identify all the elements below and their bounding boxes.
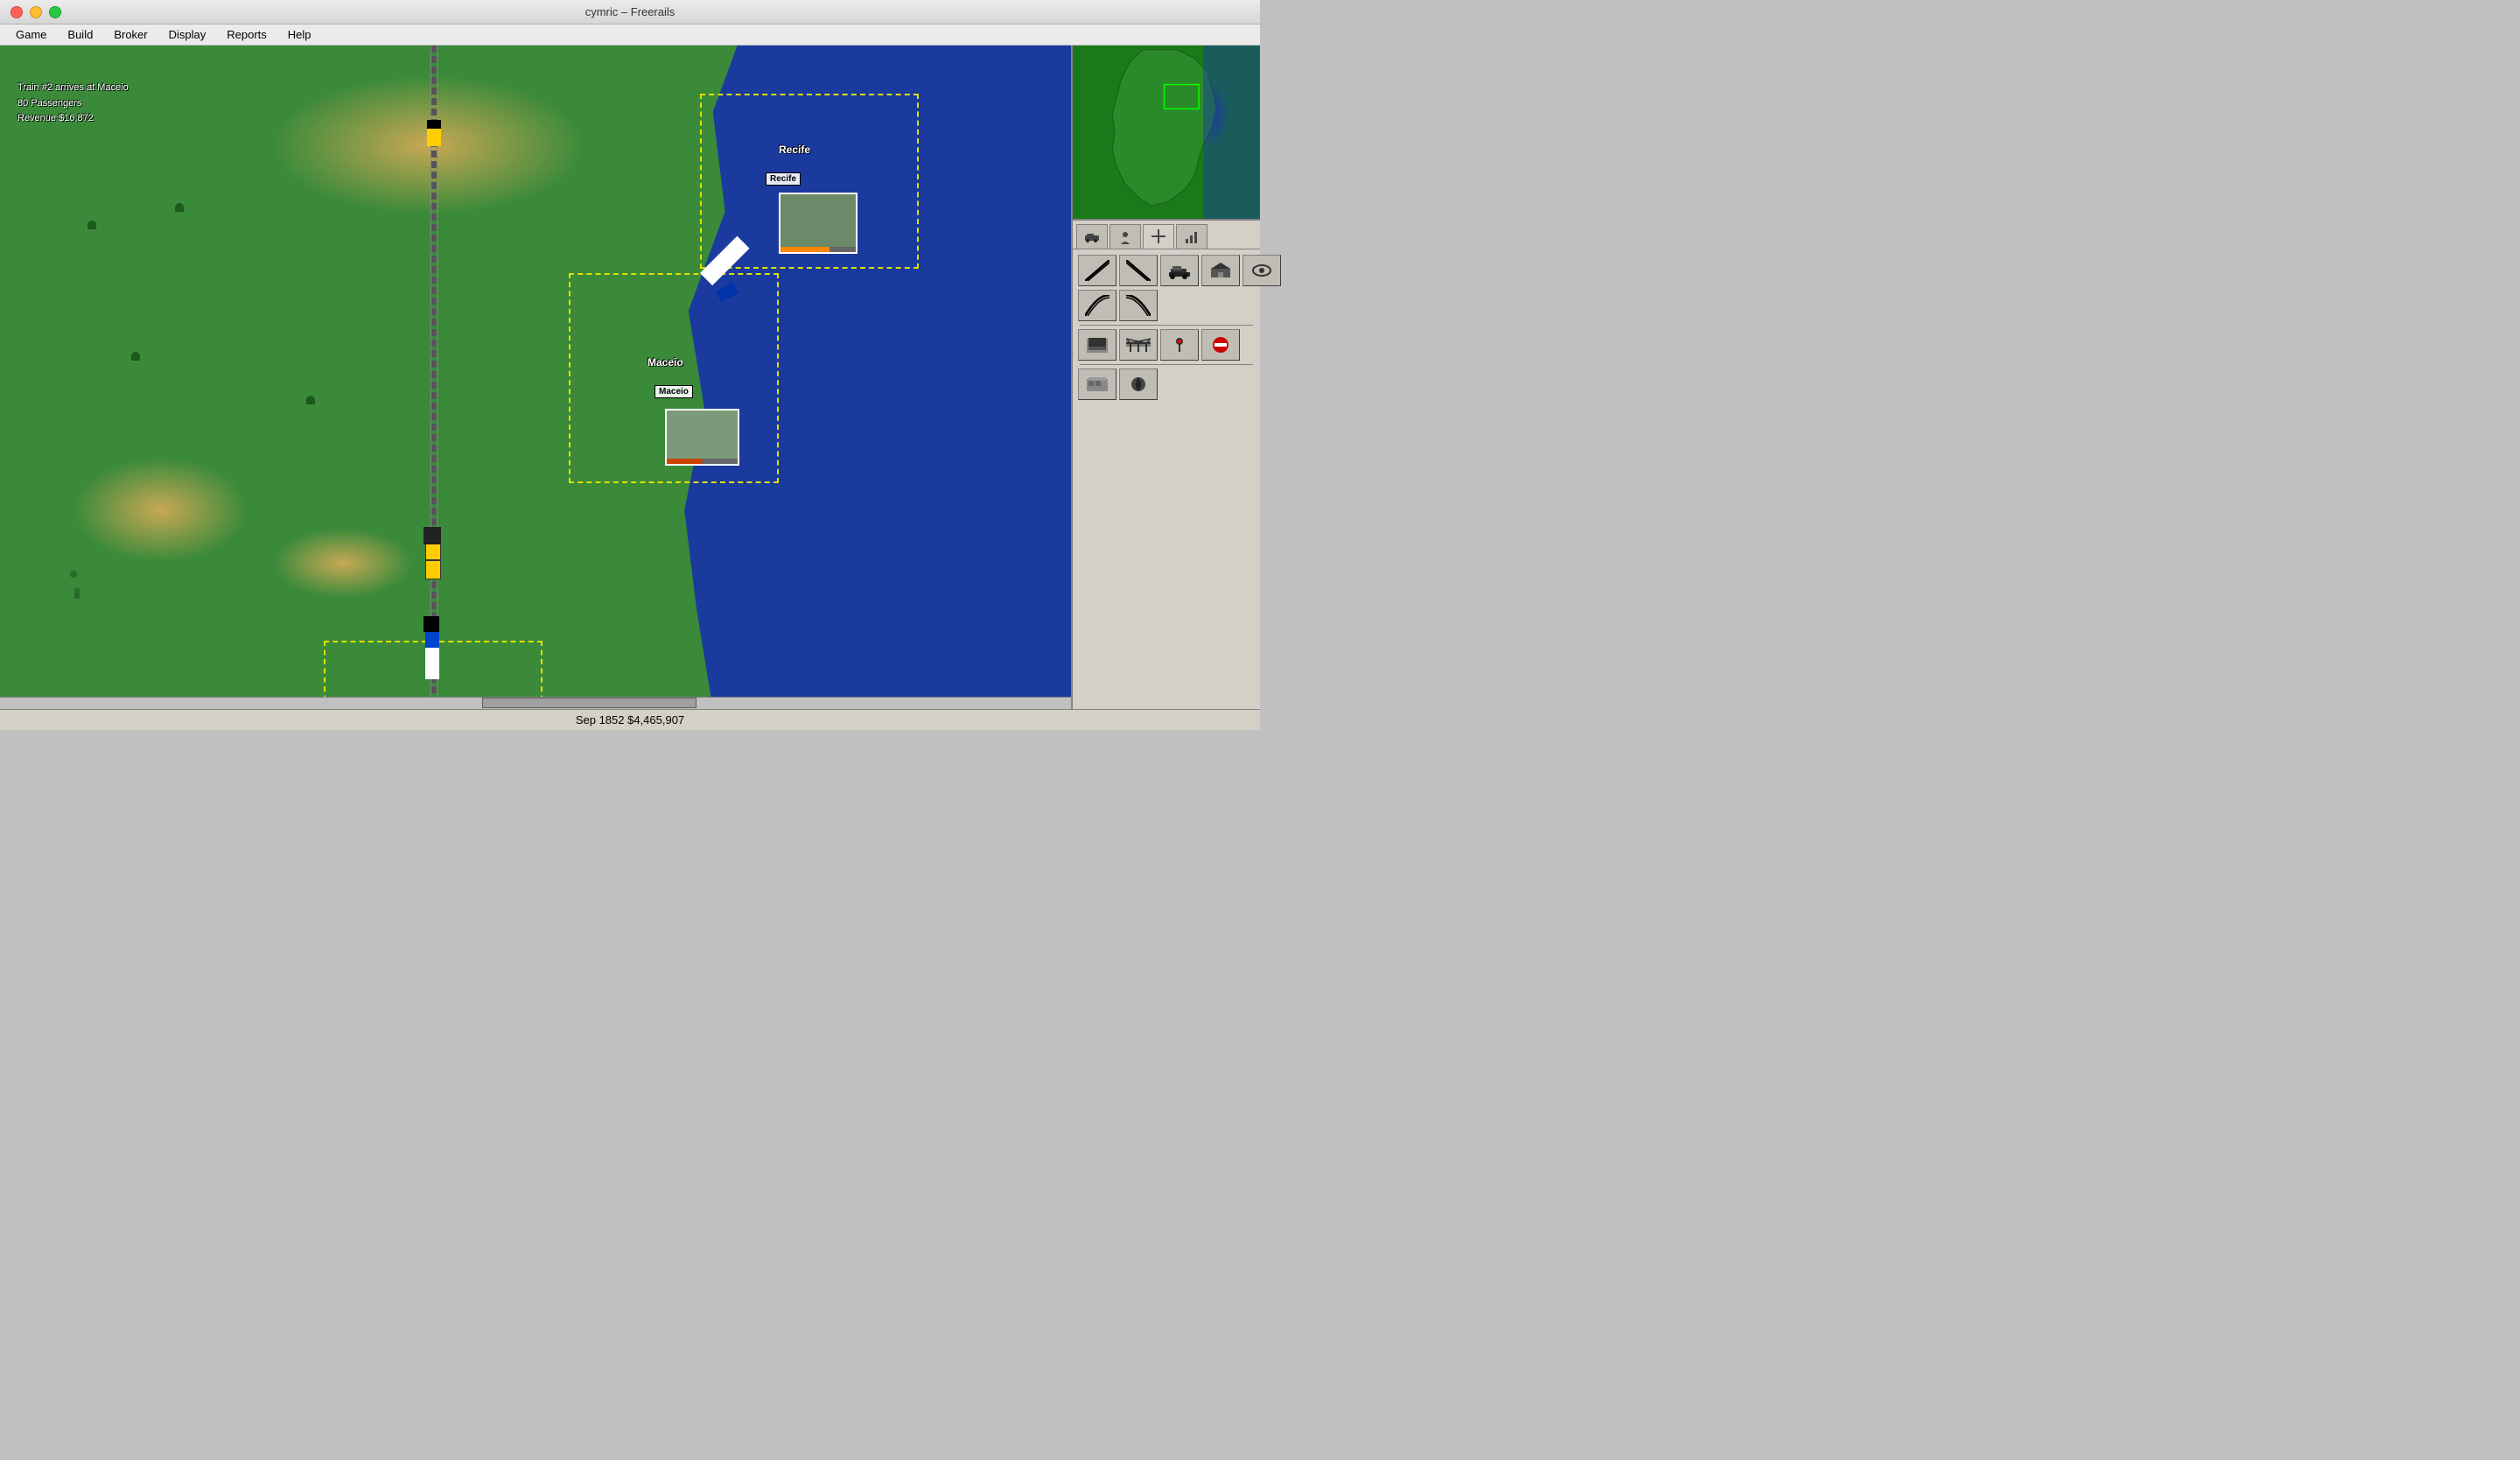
tool-eye[interactable] — [1242, 255, 1281, 286]
tool-structure[interactable] — [1078, 369, 1116, 400]
tool-track-ne[interactable] — [1078, 255, 1116, 286]
minimize-button[interactable] — [30, 6, 42, 18]
right-panel — [1072, 46, 1260, 709]
menu-help[interactable]: Help — [279, 26, 320, 43]
tool-bridge[interactable] — [1119, 329, 1158, 361]
game-viewport[interactable]: Train #2 arrives at Maceio 80 Passengers… — [0, 46, 1072, 709]
mini-map[interactable] — [1073, 46, 1260, 221]
menu-build[interactable]: Build — [59, 26, 102, 43]
tool-track-nw[interactable] — [1119, 255, 1158, 286]
map-canvas: Train #2 arrives at Maceio 80 Passengers… — [0, 46, 1071, 709]
maceio-label: Maceio — [654, 385, 693, 398]
maceio-station-popup[interactable] — [665, 409, 739, 466]
window-controls[interactable] — [10, 6, 61, 18]
tool-station[interactable] — [1201, 255, 1240, 286]
maximize-button[interactable] — [49, 6, 61, 18]
tool-no-entry[interactable] — [1201, 329, 1240, 361]
tab-passengers[interactable] — [1110, 224, 1141, 249]
recife-city-name: Recife — [779, 144, 810, 156]
close-button[interactable] — [10, 6, 23, 18]
tool-empty4 — [1242, 329, 1281, 361]
tool-dark[interactable] — [1119, 369, 1158, 400]
menu-bar: Game Build Broker Display Reports Help — [0, 25, 1260, 46]
tool-empty2 — [1201, 290, 1240, 321]
tool-curve2[interactable] — [1119, 290, 1158, 321]
train-mid-loco — [424, 527, 441, 544]
status-bar: Sep 1852 $4,465,907 — [0, 709, 1260, 730]
menu-game[interactable]: Game — [7, 26, 55, 43]
tool-signal[interactable] — [1160, 329, 1199, 361]
tool-empty3 — [1242, 290, 1281, 321]
title-bar: cymric – Freerails — [0, 0, 1260, 25]
tab-build[interactable] — [1143, 224, 1174, 249]
tool-tabs — [1073, 221, 1260, 249]
status-text: Sep 1852 $4,465,907 — [576, 713, 684, 726]
tool-bulldozer[interactable] — [1160, 255, 1199, 286]
map-scrollbar[interactable] — [0, 697, 1071, 709]
tool-divider-2 — [1080, 364, 1253, 365]
train-mid-car2 — [425, 560, 441, 579]
tab-stats[interactable] — [1176, 224, 1208, 249]
recife-label: Recife — [766, 172, 801, 186]
tree — [306, 396, 315, 404]
cactus — [70, 571, 77, 578]
tree — [131, 352, 140, 361]
train-north-car2 — [427, 129, 441, 146]
tool-empty6 — [1201, 369, 1240, 400]
menu-reports[interactable]: Reports — [218, 26, 276, 43]
train-bottom-car3 — [425, 663, 439, 679]
train-bottom-car1 — [425, 630, 439, 648]
tool-curve1[interactable] — [1078, 290, 1116, 321]
tool-divider-1 — [1080, 325, 1253, 326]
ocean — [664, 46, 1071, 709]
cactus-body — [74, 588, 80, 599]
train-bottom-car2 — [425, 648, 439, 663]
tool-empty1 — [1160, 290, 1199, 321]
menu-display[interactable]: Display — [160, 26, 215, 43]
tree — [88, 221, 96, 229]
maceio-city-name: Maceio — [648, 356, 683, 369]
train-bottom-loco — [424, 616, 439, 632]
menu-broker[interactable]: Broker — [105, 26, 156, 43]
recife-station-popup[interactable] — [779, 193, 858, 254]
tree — [175, 203, 184, 212]
mini-map-svg — [1073, 46, 1260, 219]
tool-empty5 — [1160, 369, 1199, 400]
tool-tunnel[interactable] — [1078, 329, 1116, 361]
window-title: cymric – Freerails — [585, 5, 676, 18]
map-scrollbar-thumb[interactable] — [482, 698, 696, 708]
tab-trains[interactable] — [1076, 224, 1108, 249]
main-layout: Train #2 arrives at Maceio 80 Passengers… — [0, 46, 1260, 709]
tool-empty7 — [1242, 369, 1281, 400]
